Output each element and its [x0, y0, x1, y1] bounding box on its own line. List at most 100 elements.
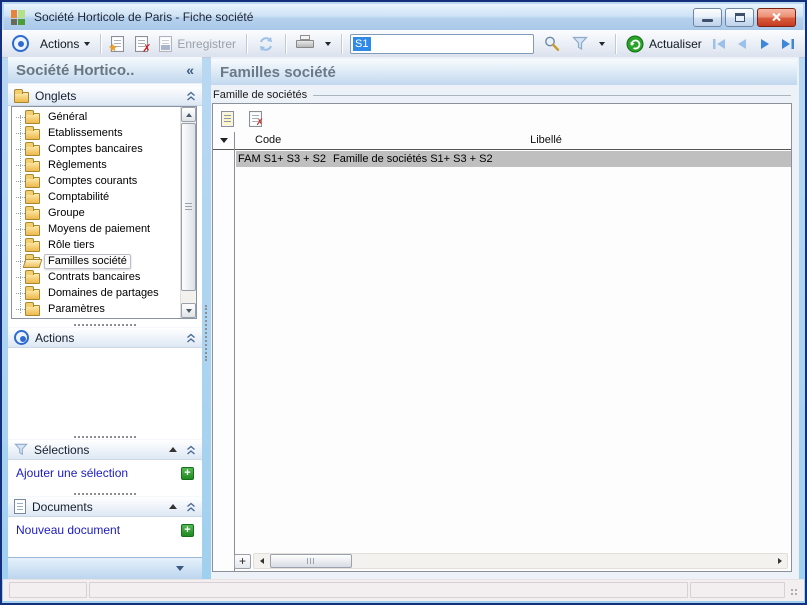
- window-controls: [693, 8, 796, 27]
- cell-code: FAM S1+ S3 + S2: [236, 151, 331, 167]
- actions-button[interactable]: Actions: [36, 33, 94, 55]
- sidebar-bottom-bar: [8, 557, 202, 579]
- new-row-icon: [221, 111, 234, 127]
- scroll-thumb[interactable]: [181, 123, 196, 291]
- close-icon: [771, 12, 782, 22]
- actions-button-label: Actions: [40, 37, 79, 51]
- nav-last-button[interactable]: [778, 33, 798, 55]
- grid-new-button[interactable]: [217, 109, 237, 129]
- tree-item[interactable]: Paramètres: [16, 301, 178, 317]
- main-toolbar: Actions ★ ✗ Enregistrer S1: [2, 30, 805, 58]
- actions-panel-icon: [14, 330, 29, 345]
- folder-icon: [25, 286, 44, 300]
- resize-grip[interactable]: [787, 582, 800, 598]
- tree-item[interactable]: Comptes bancaires: [16, 141, 178, 157]
- tree-item[interactable]: Etablissements: [16, 125, 178, 141]
- column-header-code[interactable]: Code: [255, 134, 281, 146]
- tree-item[interactable]: Groupe: [16, 205, 178, 221]
- filter-button[interactable]: [568, 33, 592, 55]
- delete-record-button[interactable]: ✗: [131, 33, 152, 55]
- collapse-chevrons-icon[interactable]: [186, 333, 196, 343]
- grid-delete-button[interactable]: ✗: [245, 109, 265, 129]
- document-icon: [14, 499, 26, 514]
- groupbox-label-row: Famille de sociétés: [213, 88, 791, 101]
- folder-icon: [25, 270, 44, 284]
- nav-next-button[interactable]: [755, 33, 775, 55]
- sidebar-splitter[interactable]: [202, 57, 211, 579]
- scroll-thumb[interactable]: [270, 554, 352, 568]
- collapse-chevrons-icon[interactable]: [186, 502, 196, 512]
- minimize-button[interactable]: [693, 8, 722, 27]
- tree-list: Général Etablissements Comptes bancaires…: [16, 109, 178, 317]
- close-button[interactable]: [757, 8, 796, 27]
- folder-icon: [25, 238, 44, 252]
- panel-header-documents[interactable]: Documents: [8, 496, 202, 517]
- tree-item[interactable]: Comptabilité: [16, 189, 178, 205]
- maximize-icon: [735, 13, 745, 22]
- add-selection-plus-button[interactable]: +: [181, 467, 194, 480]
- collapse-chevrons-icon[interactable]: [186, 91, 196, 101]
- panel-splitter[interactable]: [8, 489, 202, 495]
- new-document-row: Nouveau document +: [8, 520, 202, 540]
- folder-icon: [25, 302, 44, 316]
- tree-item-label: Comptabilité: [44, 190, 113, 205]
- panel-header-onglets[interactable]: Onglets: [8, 85, 202, 106]
- panel-splitter[interactable]: [8, 320, 202, 326]
- app-menu-button[interactable]: [8, 33, 33, 55]
- chevron-down-icon: [84, 42, 90, 46]
- collapse-arrow-icon[interactable]: [169, 447, 177, 452]
- column-header-libelle[interactable]: Libellé: [331, 134, 761, 146]
- scroll-up-button[interactable]: [181, 107, 196, 122]
- new-document-plus-button[interactable]: +: [181, 524, 194, 537]
- tabs-tree: Général Etablissements Comptes bancaires…: [11, 106, 197, 319]
- status-cell-left: [9, 582, 87, 598]
- tree-item[interactable]: Règlements: [16, 157, 178, 173]
- print-options-button[interactable]: [321, 33, 335, 55]
- groupbox-line: [313, 95, 791, 96]
- scroll-left-button[interactable]: [254, 554, 269, 568]
- new-record-button[interactable]: ★: [107, 33, 128, 55]
- tree-item[interactable]: Contrats bancaires: [16, 269, 178, 285]
- families-grid: ✗ Code Libellé FAM S1+ S3 + S2 Famille d…: [212, 103, 792, 572]
- grid-toolbar: ✗: [217, 107, 265, 131]
- tree-item[interactable]: Moyens de paiement: [16, 221, 178, 237]
- folder-icon: [25, 158, 44, 172]
- scroll-right-button[interactable]: [772, 554, 787, 568]
- chevron-down-icon[interactable]: [176, 566, 184, 571]
- search-input-value: S1: [353, 37, 370, 51]
- save-button[interactable]: Enregistrer: [155, 33, 240, 55]
- add-row-button[interactable]: +: [234, 554, 251, 569]
- sidebar-collapse-button[interactable]: «: [186, 62, 194, 78]
- panel-header-selections[interactable]: Sélections: [8, 439, 202, 460]
- status-bar: [3, 579, 804, 601]
- search-input[interactable]: S1: [350, 34, 534, 54]
- titlebar: Société Horticole de Paris - Fiche socié…: [4, 4, 803, 30]
- add-selection-link[interactable]: Ajouter une sélection: [16, 466, 128, 480]
- tree-item[interactable]: Comptes courants: [16, 173, 178, 189]
- main-header: Familles société: [211, 59, 797, 85]
- collapse-chevrons-icon[interactable]: [186, 445, 196, 455]
- tree-item[interactable]: Familles société: [16, 253, 178, 269]
- table-row[interactable]: FAM S1+ S3 + S2 Famille de sociétés S1+ …: [236, 151, 791, 167]
- tree-item-label: Paramètres: [44, 302, 109, 317]
- tree-item[interactable]: Général: [16, 109, 178, 125]
- new-document-link[interactable]: Nouveau document: [16, 523, 120, 537]
- scroll-down-button[interactable]: [181, 303, 196, 318]
- filter-icon: [572, 36, 588, 51]
- nav-previous-button[interactable]: [732, 33, 752, 55]
- print-button[interactable]: [292, 33, 318, 55]
- panel-header-actions[interactable]: Actions: [8, 327, 202, 348]
- maximize-button[interactable]: [725, 8, 754, 27]
- tree-item[interactable]: Rôle tiers: [16, 237, 178, 253]
- collapse-arrow-icon[interactable]: [169, 504, 177, 509]
- page-title: Familles société: [220, 64, 336, 81]
- refresh-button[interactable]: [253, 33, 279, 55]
- nav-first-button[interactable]: [709, 33, 729, 55]
- actualiser-button-label: Actualiser: [649, 37, 702, 51]
- filter-options-button[interactable]: [595, 33, 609, 55]
- app-icon: [11, 10, 26, 25]
- actualiser-button[interactable]: Actualiser: [622, 33, 706, 55]
- panel-splitter[interactable]: [8, 432, 202, 438]
- search-button[interactable]: [539, 33, 565, 55]
- tree-item[interactable]: Domaines de partages: [16, 285, 178, 301]
